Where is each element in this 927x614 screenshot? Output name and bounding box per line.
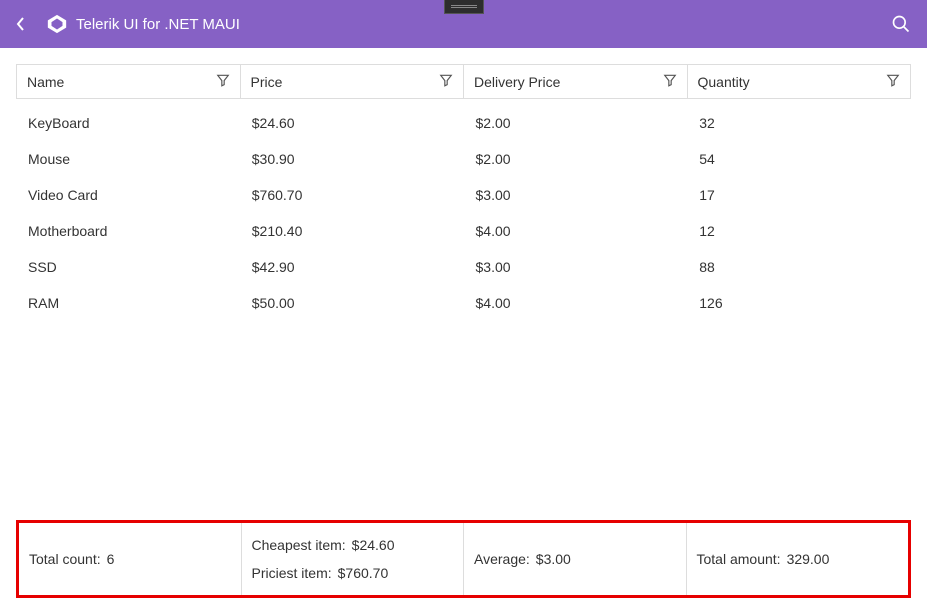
cell-name: SSD	[16, 249, 240, 285]
filter-icon[interactable]	[663, 73, 677, 90]
cell-name: Mouse	[16, 141, 240, 177]
footer-price-stats: Cheapest item: $24.60 Priciest item: $76…	[242, 523, 465, 595]
table-row[interactable]: KeyBoard $24.60 $2.00 32	[16, 105, 911, 141]
cell-qty: 54	[687, 141, 911, 177]
footer-priciest-value: $760.70	[338, 565, 389, 581]
footer-total-value: 329.00	[787, 551, 830, 567]
table-row[interactable]: Motherboard $210.40 $4.00 12	[16, 213, 911, 249]
app-title: Telerik UI for .NET MAUI	[76, 16, 240, 33]
search-button[interactable]	[891, 14, 911, 34]
filter-icon[interactable]	[216, 73, 230, 90]
footer-cheapest-value: $24.60	[352, 537, 395, 553]
cell-price: $210.40	[240, 213, 464, 249]
footer-count: Total count: 6	[19, 523, 242, 595]
column-header-price[interactable]: Price	[241, 65, 465, 98]
footer-count-value: 6	[107, 551, 115, 567]
cell-delivery: $3.00	[464, 177, 688, 213]
cell-price: $30.90	[240, 141, 464, 177]
footer-average-value: $3.00	[536, 551, 571, 567]
filter-icon[interactable]	[439, 73, 453, 90]
footer-total: Total amount: 329.00	[687, 523, 909, 595]
telerik-logo-icon	[46, 13, 68, 35]
filter-icon[interactable]	[886, 73, 900, 90]
cell-delivery: $2.00	[464, 105, 688, 141]
cell-price: $42.90	[240, 249, 464, 285]
footer-average-label: Average:	[474, 551, 530, 567]
cell-qty: 12	[687, 213, 911, 249]
footer-average: Average: $3.00	[464, 523, 687, 595]
cell-delivery: $2.00	[464, 141, 688, 177]
cell-qty: 126	[687, 285, 911, 321]
table-row[interactable]: RAM $50.00 $4.00 126	[16, 285, 911, 321]
cell-delivery: $3.00	[464, 249, 688, 285]
cell-qty: 32	[687, 105, 911, 141]
cell-name: Motherboard	[16, 213, 240, 249]
column-header-label: Quantity	[698, 74, 750, 90]
cell-name: Video Card	[16, 177, 240, 213]
table-row[interactable]: SSD $42.90 $3.00 88	[16, 249, 911, 285]
cell-price: $24.60	[240, 105, 464, 141]
cell-price: $50.00	[240, 285, 464, 321]
table-row[interactable]: Video Card $760.70 $3.00 17	[16, 177, 911, 213]
table-row[interactable]: Mouse $30.90 $2.00 54	[16, 141, 911, 177]
cell-name: RAM	[16, 285, 240, 321]
cell-qty: 88	[687, 249, 911, 285]
window-handle[interactable]	[444, 0, 484, 14]
column-header-name[interactable]: Name	[17, 65, 241, 98]
column-header-quantity[interactable]: Quantity	[688, 65, 911, 98]
cell-qty: 17	[687, 177, 911, 213]
column-header-label: Delivery Price	[474, 74, 560, 90]
search-icon	[891, 14, 911, 34]
column-header-label: Price	[251, 74, 283, 90]
data-grid: Name Price Delivery Price Quantity	[16, 64, 911, 598]
footer-priciest-label: Priciest item:	[252, 565, 332, 581]
cell-delivery: $4.00	[464, 213, 688, 249]
footer-count-label: Total count:	[29, 551, 101, 567]
chevron-left-icon	[16, 16, 26, 32]
cell-price: $760.70	[240, 177, 464, 213]
footer-total-label: Total amount:	[697, 551, 781, 567]
column-header-delivery[interactable]: Delivery Price	[464, 65, 688, 98]
column-header-label: Name	[27, 74, 64, 90]
back-button[interactable]	[16, 16, 36, 32]
cell-name: KeyBoard	[16, 105, 240, 141]
cell-delivery: $4.00	[464, 285, 688, 321]
grid-header: Name Price Delivery Price Quantity	[16, 64, 911, 99]
footer-cheapest-label: Cheapest item:	[252, 537, 346, 553]
content: Name Price Delivery Price Quantity	[0, 48, 927, 614]
grid-body: KeyBoard $24.60 $2.00 32 Mouse $30.90 $2…	[16, 99, 911, 520]
grid-footer: Total count: 6 Cheapest item: $24.60 Pri…	[16, 520, 911, 598]
